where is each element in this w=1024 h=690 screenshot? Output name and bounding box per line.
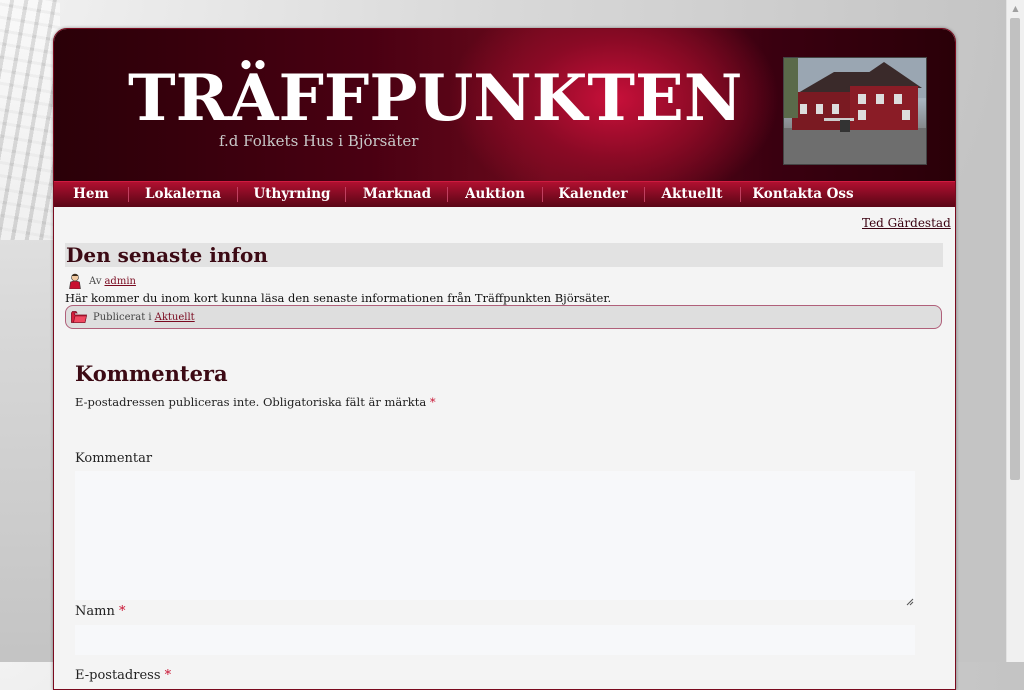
required-mark: *	[429, 395, 436, 409]
email-label: E-postadress *	[75, 668, 171, 683]
breadcrumb-link[interactable]: Ted Gärdestad	[862, 216, 951, 230]
nav-item-kalender[interactable]: Kalender	[552, 182, 634, 207]
required-mark: *	[164, 668, 172, 683]
scrollbar-thumb[interactable]	[1010, 18, 1020, 480]
author-link[interactable]: admin	[104, 276, 135, 287]
site-subtitle: f.d Folkets Hus i Björsäter	[219, 132, 419, 150]
post-footer: Publicerat i Aktuellt	[65, 305, 942, 329]
site-header: TRÄFFPUNKTEN f.d Folkets Hus i Björsäter	[54, 29, 955, 181]
required-mark: *	[118, 604, 126, 619]
name-label-text: Namn	[75, 604, 115, 619]
page-container: TRÄFFPUNKTEN f.d Folkets Hus i Björsäter	[53, 28, 956, 690]
name-input[interactable]	[75, 625, 915, 655]
scroll-up-arrow-icon[interactable]: ▲	[1007, 0, 1024, 17]
comment-label: Kommentar	[75, 451, 153, 466]
reply-title: Kommentera	[75, 361, 228, 386]
email-label-text: E-postadress	[75, 668, 161, 683]
post-title[interactable]: Den senaste infon	[65, 243, 943, 267]
breadcrumb-arrow: »	[955, 216, 956, 230]
folder-icon	[71, 311, 87, 323]
nav-item-auktion[interactable]: Auktion	[457, 182, 533, 207]
name-label: Namn *	[75, 604, 125, 619]
category-link[interactable]: Aktuellt	[155, 312, 195, 323]
breadcrumb: Ted Gärdestad »	[862, 216, 956, 230]
post-meta: Av admin	[68, 273, 136, 290]
nav-item-lokalerna[interactable]: Lokalerna	[139, 182, 227, 207]
nav-divider	[740, 187, 741, 202]
nav-divider	[644, 187, 645, 202]
nav-divider	[447, 187, 448, 202]
building-photo	[783, 57, 927, 165]
nav-item-aktuellt[interactable]: Aktuellt	[654, 182, 730, 207]
user-icon	[68, 273, 82, 290]
comment-notes-text: E-postadressen publiceras inte. Obligato…	[75, 395, 427, 409]
nav-divider	[237, 187, 238, 202]
vertical-scrollbar[interactable]: ▲	[1006, 0, 1024, 662]
nav-item-hem[interactable]: Hem	[66, 182, 116, 207]
comment-textarea[interactable]	[75, 471, 915, 600]
resize-handle[interactable]	[906, 591, 914, 606]
nav-divider	[542, 187, 543, 202]
nav-item-uthyrning[interactable]: Uthyrning	[247, 182, 337, 207]
background-pattern	[0, 0, 60, 240]
post-body: Här kommer du inom kort kunna läsa den s…	[65, 291, 612, 305]
nav-divider	[128, 187, 129, 202]
site-title[interactable]: TRÄFFPUNKTEN	[128, 63, 742, 135]
main-nav: Hem Lokalerna Uthyrning Marknad Auktion …	[54, 181, 955, 207]
nav-divider	[345, 187, 346, 202]
nav-item-marknad[interactable]: Marknad	[355, 182, 439, 207]
author-prefix: Av	[89, 275, 102, 287]
nav-item-kontakta-oss[interactable]: Kontakta Oss	[750, 182, 856, 207]
published-prefix: Publicerat i	[93, 311, 152, 323]
comment-notes: E-postadressen publiceras inte. Obligato…	[75, 395, 436, 409]
